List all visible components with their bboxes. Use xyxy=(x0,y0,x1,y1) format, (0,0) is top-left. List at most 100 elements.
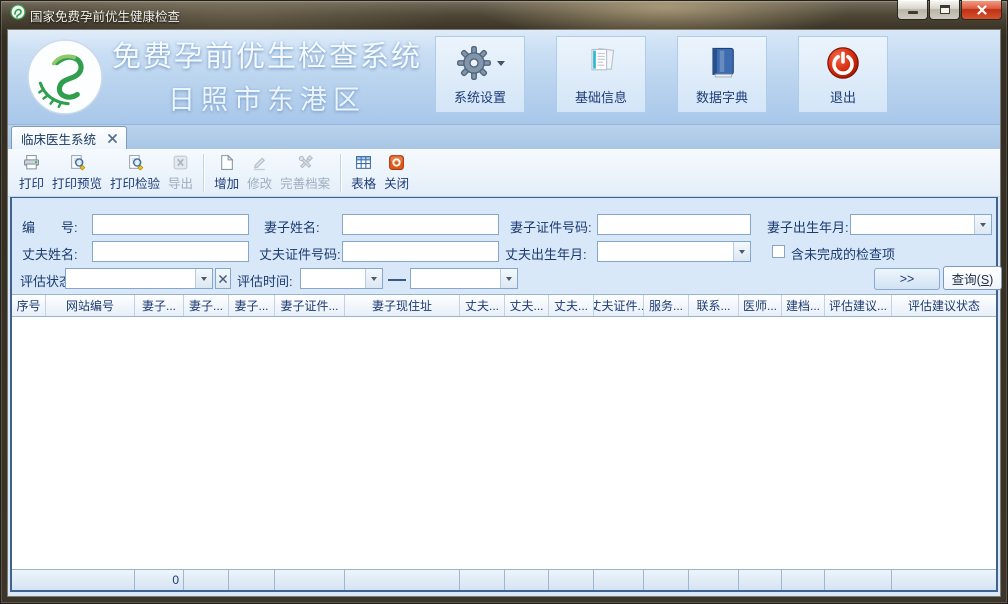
eugenics-logo-icon xyxy=(26,38,104,121)
column-header[interactable]: 评估建议状态 xyxy=(892,295,996,316)
assess-status-clear-button[interactable] xyxy=(215,268,231,289)
region-subtitle: 日照市东港区 xyxy=(104,78,430,117)
husband-birth-combo-field[interactable] xyxy=(598,242,733,261)
maximize-button[interactable] xyxy=(929,0,960,20)
exit-button[interactable]: 退出 xyxy=(798,36,888,113)
column-header[interactable]: 妻子现住址 xyxy=(345,295,460,316)
column-header[interactable]: 丈夫... xyxy=(460,295,505,316)
toolbar-button-label: 打印预览 xyxy=(52,173,102,192)
table-icon xyxy=(355,154,372,171)
toolbar-button-label: 表格 xyxy=(351,173,376,192)
column-header[interactable]: 联系... xyxy=(689,295,739,316)
footer-cell xyxy=(739,570,782,590)
tab-close-icon[interactable] xyxy=(108,134,117,143)
grid-body[interactable] xyxy=(12,317,996,569)
print-preview-icon xyxy=(69,154,86,171)
footer-cell xyxy=(505,570,549,590)
assess-time-from-combo[interactable] xyxy=(300,268,383,289)
column-header[interactable]: 评估建议... xyxy=(825,295,892,316)
husband-id-label: 丈夫证件号码: xyxy=(259,244,341,263)
wife-id-label: 妻子证件号码: xyxy=(510,217,592,236)
chevron-down-icon xyxy=(739,250,745,254)
include-unfinished-checkbox[interactable] xyxy=(772,245,785,258)
expand-filters-button[interactable]: >> xyxy=(874,268,940,290)
footer-cell xyxy=(229,570,275,590)
column-header[interactable]: 网站编号 xyxy=(46,295,135,316)
wife-name-input[interactable] xyxy=(342,214,499,235)
column-header[interactable]: 丈夫... xyxy=(549,295,594,316)
wife-birth-label: 妻子出生年月: xyxy=(767,217,849,236)
minimize-button[interactable] xyxy=(897,0,928,20)
footer-cell xyxy=(644,570,689,590)
close-form-button[interactable]: 关闭 xyxy=(380,152,413,194)
assess-time-to-combo[interactable] xyxy=(410,268,518,289)
column-header[interactable]: 服务... xyxy=(644,295,689,316)
assess-status-combo[interactable] xyxy=(65,268,213,289)
toolbar-separator xyxy=(203,154,204,192)
printer-icon xyxy=(23,154,40,171)
search-filters: 编 号: 妻子姓名: 妻子证件号码: 妻子出生年月: 丈夫姓名: 丈夫证件号码:… xyxy=(12,198,996,295)
assess-time-from-field[interactable] xyxy=(301,269,365,288)
number-input[interactable] xyxy=(92,214,249,235)
footer-cell xyxy=(782,570,825,590)
add-button[interactable]: 增加 xyxy=(210,152,243,194)
search-button[interactable]: 查询(S) xyxy=(943,266,1002,290)
column-header[interactable]: 妻子... xyxy=(229,295,275,316)
husband-birth-dropdown-button[interactable] xyxy=(733,242,750,261)
column-header[interactable]: 丈夫证件... xyxy=(594,295,644,316)
husband-name-label: 丈夫姓名: xyxy=(22,244,78,263)
husband-birth-combo[interactable] xyxy=(597,241,751,262)
footer-cell xyxy=(184,570,229,590)
export-button: 导出 xyxy=(164,152,197,194)
assess-time-to-dropdown-button[interactable] xyxy=(500,269,517,288)
column-header[interactable]: 丈夫... xyxy=(505,295,549,316)
print-button[interactable]: 打印 xyxy=(15,152,48,194)
main-panel: 编 号: 妻子姓名: 妻子证件号码: 妻子出生年月: 丈夫姓名: 丈夫证件号码:… xyxy=(10,197,998,592)
column-header[interactable]: 序号 xyxy=(12,295,46,316)
assess-time-to-field[interactable] xyxy=(411,269,500,288)
complete-archive-button: 完善档案 xyxy=(276,152,334,194)
husband-birth-label: 丈夫出生年月: xyxy=(505,244,587,263)
footer-cell xyxy=(825,570,892,590)
chevron-down-icon xyxy=(201,277,207,281)
husband-name-input[interactable] xyxy=(92,241,249,262)
table-view-button[interactable]: 表格 xyxy=(347,152,380,194)
print-verify-button[interactable]: 打印检验 xyxy=(106,152,164,194)
wife-name-label: 妻子姓名: xyxy=(264,217,320,236)
tab-clinical-doctor-system[interactable]: 临床医生系统 xyxy=(11,126,127,149)
window-controls xyxy=(896,0,1002,20)
husband-id-input[interactable] xyxy=(342,241,499,262)
wife-birth-combo[interactable] xyxy=(850,214,992,235)
titlebar: 国家免费孕前优生健康检查 xyxy=(0,0,1008,30)
column-header[interactable]: 妻子... xyxy=(135,295,184,316)
chevron-down-icon xyxy=(497,61,505,66)
toolbar-button-label: 打印 xyxy=(19,173,44,192)
column-header[interactable]: 医师... xyxy=(739,295,782,316)
assess-status-dropdown-button[interactable] xyxy=(195,269,212,288)
system-settings-button[interactable]: 系统设置 xyxy=(435,36,525,113)
wife-birth-combo-field[interactable] xyxy=(851,215,974,234)
assess-time-label: 评估时间: xyxy=(237,271,293,290)
app-window: 国家免费孕前优生健康检查 免费孕前优生检查系统 日 xyxy=(0,0,1008,604)
tools-icon xyxy=(297,154,314,171)
window-title: 国家免费孕前优生健康检查 xyxy=(30,6,180,25)
wife-birth-dropdown-button[interactable] xyxy=(974,215,991,234)
wife-id-input[interactable] xyxy=(597,214,751,235)
grid-header-row: 序号 网站编号 妻子... 妻子... 妻子... 妻子证件... 妻子现住址 … xyxy=(12,295,996,317)
print-preview-button[interactable]: 打印预览 xyxy=(48,152,106,194)
add-document-icon xyxy=(218,154,235,171)
toolbar-separator xyxy=(340,154,341,192)
assess-status-combo-field[interactable] xyxy=(66,269,195,288)
footer-cell xyxy=(549,570,594,590)
column-header[interactable]: 妻子... xyxy=(184,295,229,316)
data-dictionary-button[interactable]: 数据字典 xyxy=(677,36,767,113)
header-button-label: 退出 xyxy=(830,87,856,106)
close-icon xyxy=(977,5,987,15)
column-header[interactable]: 建档... xyxy=(782,295,825,316)
edit-pencil-icon xyxy=(251,154,268,171)
tab-strip: 临床医生系统 xyxy=(8,125,1000,149)
column-header[interactable]: 妻子证件... xyxy=(275,295,345,316)
basic-info-button[interactable]: 基础信息 xyxy=(556,36,646,113)
assess-time-from-dropdown-button[interactable] xyxy=(365,269,382,288)
close-button[interactable] xyxy=(961,0,1002,20)
